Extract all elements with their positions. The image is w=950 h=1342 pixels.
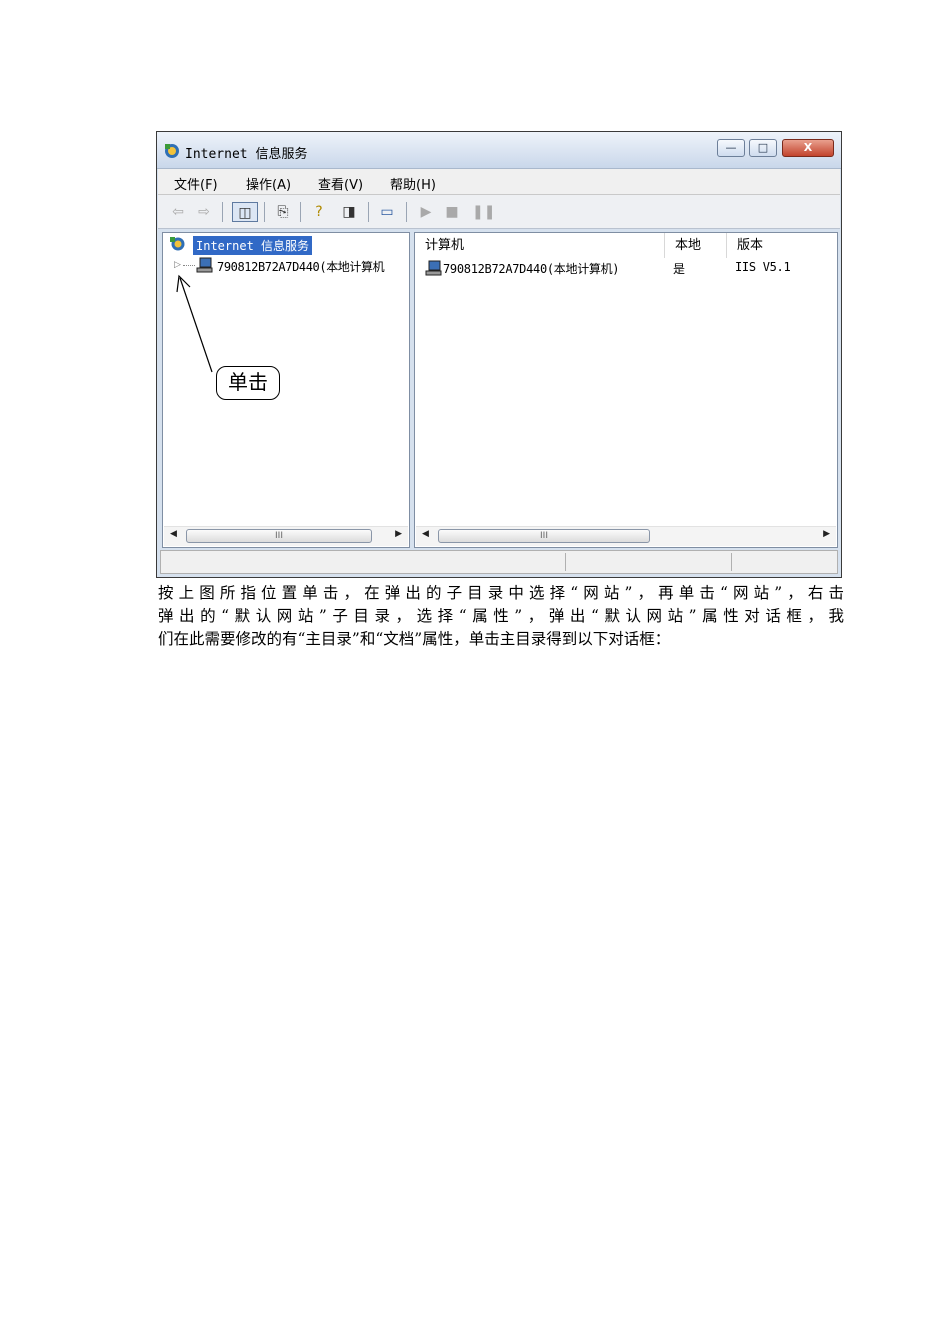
paragraph-line: 弹出的“默认网站”子目录，选择“属性”，弹出“默认网站”属性对话框，我	[158, 607, 844, 625]
click-callout: 单击	[216, 366, 280, 400]
paragraph-line: 按上图所指位置单击，在弹出的子目录中选择“网站”，再单击“网站”，右击	[158, 584, 844, 602]
annotation-arrow	[176, 274, 213, 373]
paragraph-line: 们在此需要修改的有“主目录”和“文档”属性，单击主目录得到以下对话框：	[158, 630, 671, 648]
instruction-paragraph: 按上图所指位置单击，在弹出的子目录中选择“网站”，再单击“网站”，右击 弹出的“…	[158, 582, 844, 651]
